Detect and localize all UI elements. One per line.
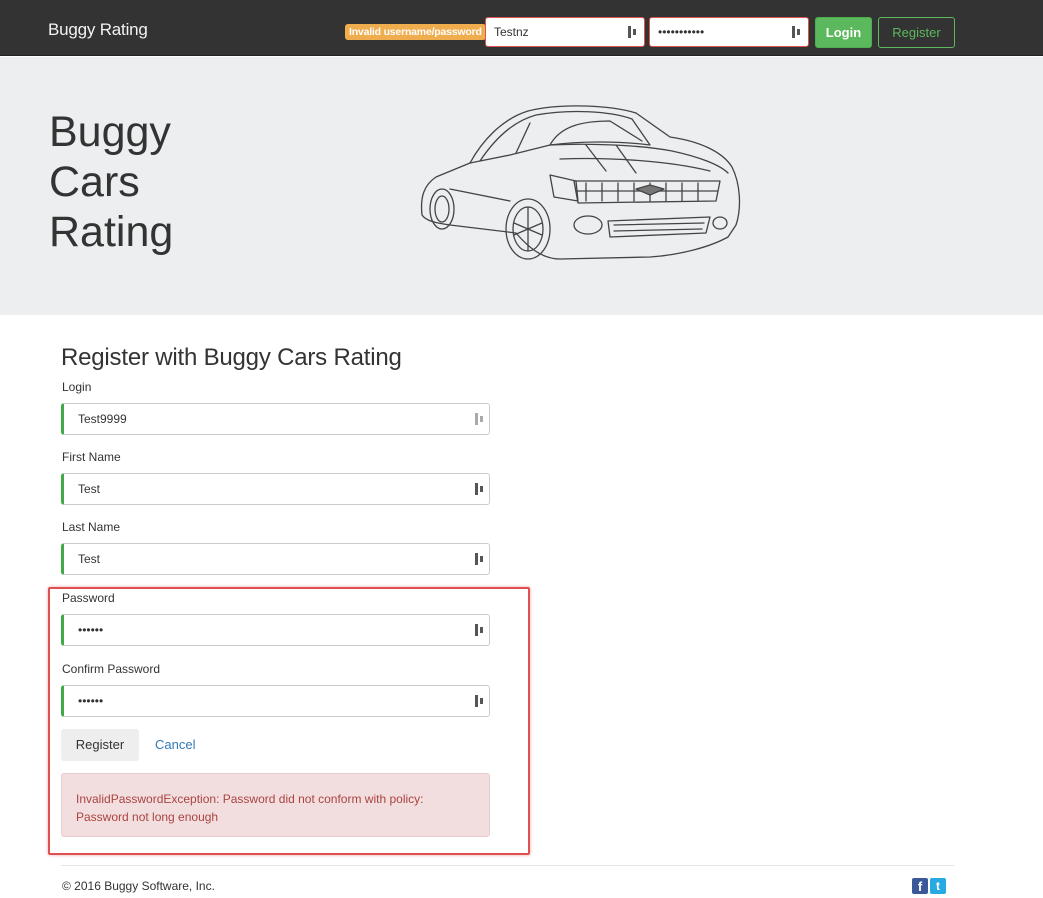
hero-banner: Buggy Cars Rating (0, 57, 1043, 315)
navbar-password-input[interactable]: ••••••••••• (649, 17, 809, 47)
twitter-icon[interactable]: t (930, 878, 946, 894)
hero-title-line: Rating (49, 208, 174, 256)
first-name-input-value: Test (78, 482, 101, 496)
hero-title: Buggy Cars Rating (49, 107, 173, 257)
last-name-input[interactable]: Test (61, 543, 490, 575)
password-manager-icon[interactable] (475, 413, 484, 425)
login-input[interactable]: Test9999 (61, 403, 490, 435)
password-manager-icon[interactable] (628, 26, 637, 38)
navbar-password-value: ••••••••••• (658, 25, 705, 39)
cancel-link[interactable]: Cancel (155, 737, 195, 752)
password-manager-icon[interactable] (475, 483, 484, 495)
navbar-register-button[interactable]: Register (878, 17, 955, 48)
facebook-icon[interactable]: f (912, 878, 928, 894)
password-manager-icon[interactable] (475, 624, 484, 636)
login-label: Login (62, 380, 92, 394)
first-name-label: First Name (62, 450, 121, 464)
last-name-label: Last Name (62, 520, 121, 534)
login-error-badge: Invalid username/password (345, 24, 486, 40)
confirm-password-input-value: •••••• (78, 694, 104, 708)
navbar-username-value: Testnz (494, 25, 529, 39)
car-sketch-image (420, 105, 741, 260)
login-input-value: Test9999 (78, 412, 127, 426)
password-manager-icon[interactable] (475, 553, 484, 565)
password-manager-icon[interactable] (792, 26, 801, 38)
page-title: Register with Buggy Cars Rating (61, 344, 402, 371)
hero-title-line: Buggy (49, 108, 171, 156)
password-input[interactable]: •••••• (61, 614, 490, 646)
password-label: Password (62, 591, 115, 605)
confirm-password-input[interactable]: •••••• (61, 685, 490, 717)
login-button[interactable]: Login (815, 17, 872, 48)
password-manager-icon[interactable] (475, 695, 484, 707)
footer-divider (61, 865, 954, 866)
register-button[interactable]: Register (61, 729, 139, 761)
hero-title-line: Cars (49, 158, 140, 206)
footer-copyright: © 2016 Buggy Software, Inc. (62, 879, 215, 893)
brand-link[interactable]: Buggy Rating (48, 20, 148, 40)
confirm-password-label: Confirm Password (62, 662, 161, 676)
last-name-input-value: Test (78, 552, 101, 566)
navbar-username-input[interactable]: Testnz (485, 17, 645, 47)
top-navbar: Buggy Rating Invalid username/password T… (0, 0, 1043, 56)
error-alert: InvalidPasswordException: Password did n… (61, 773, 490, 837)
first-name-input[interactable]: Test (61, 473, 490, 505)
password-input-value: •••••• (78, 623, 104, 637)
